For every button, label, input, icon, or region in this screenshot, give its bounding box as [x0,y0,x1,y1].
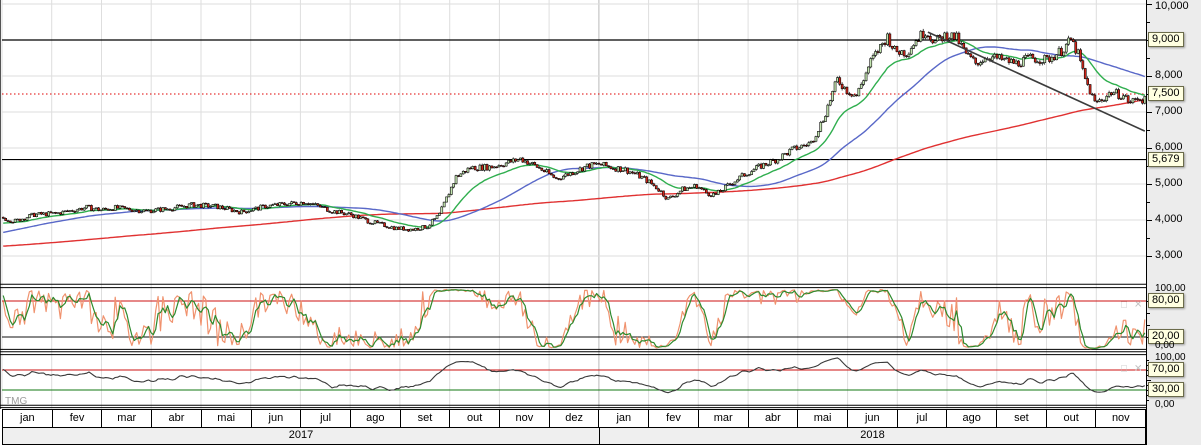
month-cell: set [401,410,451,427]
axis-tick [1147,400,1149,401]
month-cell: jan [2,410,53,427]
axis-tick [1147,313,1150,314]
trading-chart: TMG□✕□✕ 10,0009,0008,0007,5007,0006,0005… [0,0,1201,445]
axis-tick [1147,130,1150,131]
axis-tick-label: 10,000 [1155,0,1189,12]
stochastic-panel-minimize-icon[interactable]: □ [1121,300,1127,311]
year-axis: 20172018 [2,428,1146,445]
month-cell: out [1047,410,1097,427]
axis-tick [1147,112,1152,113]
year-cell: 2017 [3,428,600,444]
month-cell: jun [252,410,302,427]
month-cell: dez [550,410,600,427]
axis-tick [1147,325,1150,326]
axis-tick [1147,256,1152,257]
axis-tick [1147,360,1149,361]
axis-tick [1147,4,1152,5]
month-cell: mar [102,410,152,427]
axis-tick [1147,202,1150,203]
month-axis: janfevmarabrmaijunjulagosetoutnovdezjanf… [2,409,1146,428]
momentum-line [3,358,1145,393]
axis-tick-label: 0,00 [1155,340,1174,351]
month-cell: jul [898,410,948,427]
month-cell: jul [301,410,351,427]
month-cell: ago [351,410,401,427]
momentum-panel-label: TMG [5,396,27,407]
month-cell: abr [749,410,799,427]
price-alert-label[interactable]: 70,00 [1148,362,1184,377]
axis-tick [1147,22,1150,23]
momentum-panel-close-icon[interactable]: ✕ [1134,364,1142,375]
price-axis: 10,0009,0008,0007,5007,0006,0005,6795,00… [1146,0,1201,445]
axis-tick [1147,76,1152,77]
month-cell: set [997,410,1047,427]
month-cell: mar [699,410,749,427]
price-alert-label[interactable]: 80,00 [1148,293,1184,308]
axis-tick-label: 4,000 [1155,213,1183,225]
axis-tick [1147,220,1152,221]
month-cell: abr [152,410,202,427]
ma-fast-line [3,40,1145,227]
price-alert-label[interactable]: 7,500 [1148,86,1184,101]
axis-tick-label: 7,000 [1155,105,1183,117]
momentum-panel-minimize-icon[interactable]: □ [1121,364,1127,375]
price-alert-label[interactable]: 9,000 [1148,32,1184,47]
axis-tick-label: 8,000 [1155,69,1183,81]
month-cell: mai [202,410,252,427]
axis-tick-label: 0,00 [1155,399,1174,410]
trend-line[interactable] [928,32,1145,131]
axis-tick [1147,58,1150,59]
chart-plot-area[interactable]: TMG □ ✕ □ ✕ [0,0,1146,409]
month-cell: nov [500,410,550,427]
axis-tick [1147,148,1152,149]
axis-tick [1147,238,1150,239]
stochastic-panel-close-icon[interactable]: ✕ [1134,300,1142,311]
price-alert-label[interactable]: 5,679 [1148,152,1184,167]
axis-tick [1147,184,1152,185]
year-cell: 2018 [600,428,1146,444]
month-cell: jan [599,410,649,427]
month-cell: ago [947,410,997,427]
axis-tick [1147,380,1151,381]
candlestick-series [2,29,1146,232]
axis-tick-label: 5,000 [1155,177,1183,189]
month-cell: out [450,410,500,427]
month-cell: fev [649,410,699,427]
axis-tick-label: 3,000 [1155,249,1183,261]
month-cell: mai [798,410,848,427]
price-alert-label[interactable]: 30,00 [1148,382,1184,397]
ma-medium-line [3,47,1145,233]
month-cell: fev [53,410,103,427]
month-cell: jun [848,410,898,427]
month-cell: nov [1096,410,1146,427]
